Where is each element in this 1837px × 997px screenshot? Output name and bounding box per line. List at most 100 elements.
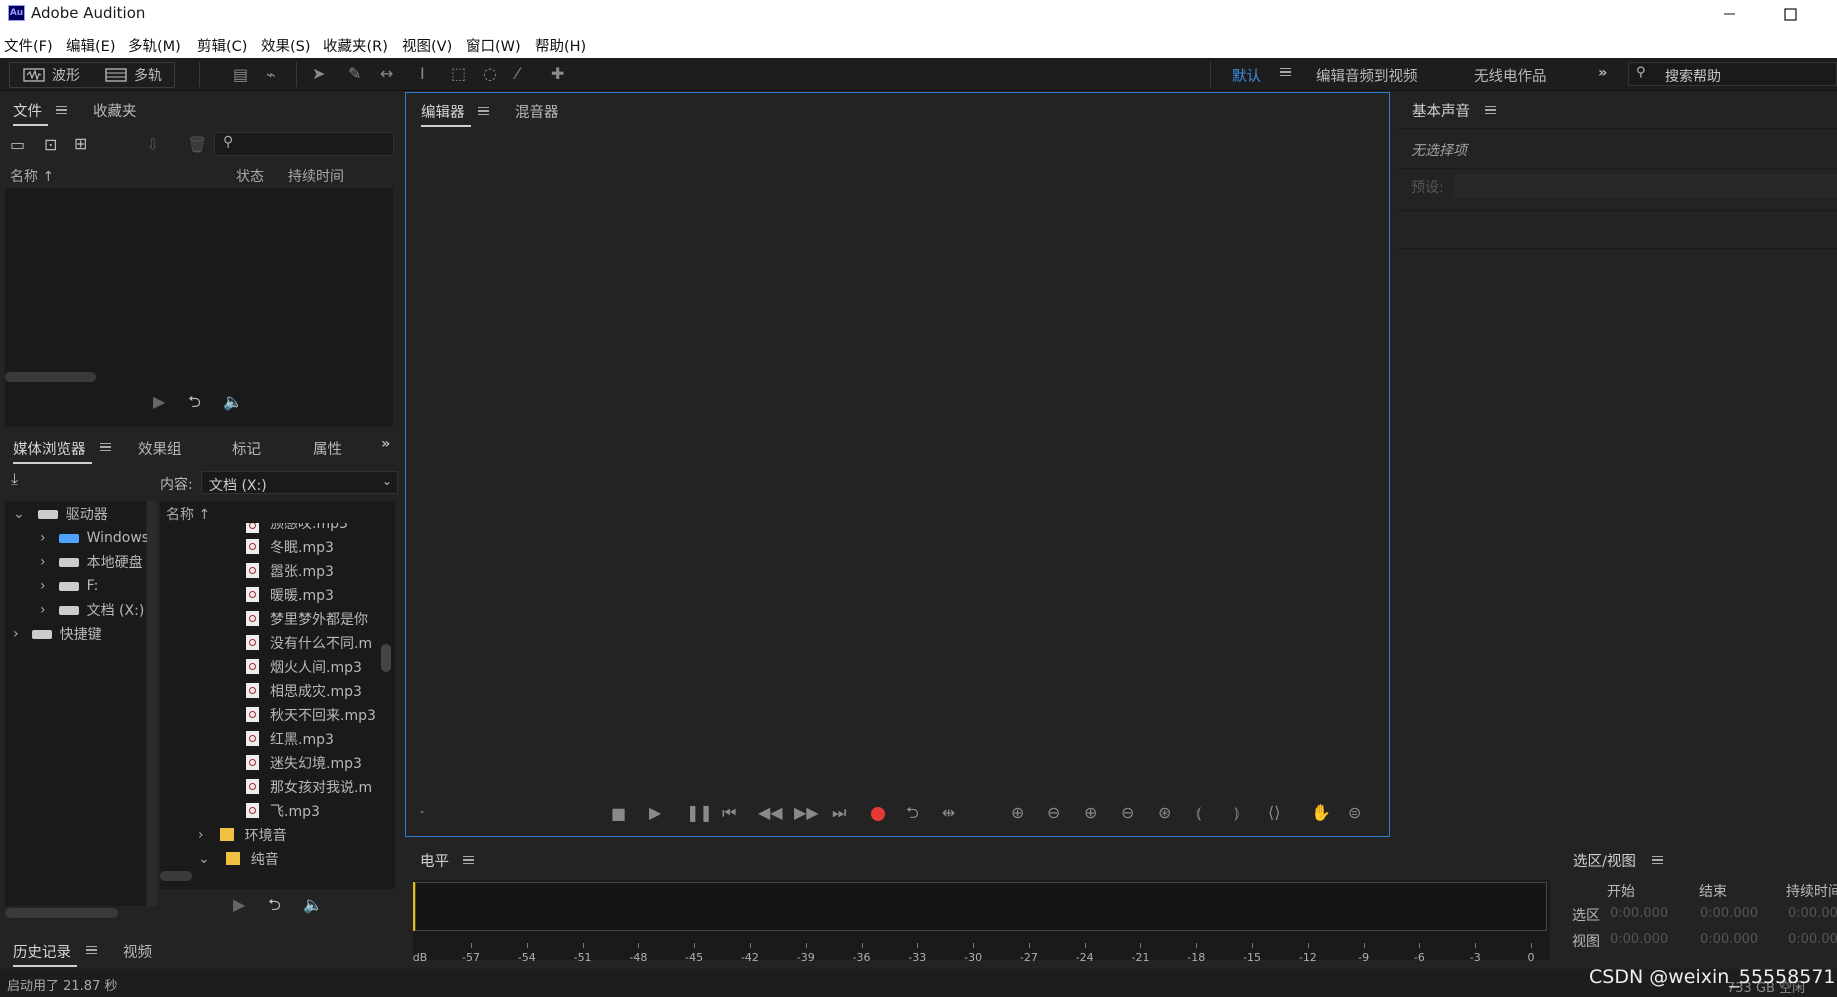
tab-editor[interactable]: 编辑器 bbox=[421, 101, 470, 127]
new-file-icon[interactable]: ⊞ bbox=[74, 136, 87, 152]
list-item[interactable]: 红黑.mp3 bbox=[246, 727, 381, 750]
tree-drive-local[interactable]: › 本地硬盘 bbox=[40, 551, 148, 573]
preset-dropdown[interactable] bbox=[1453, 174, 1837, 198]
panel-menu-icon[interactable] bbox=[1485, 106, 1496, 114]
autoplay-speaker-icon[interactable]: 🔈 bbox=[223, 394, 243, 410]
tab-video[interactable]: 视频 bbox=[123, 941, 152, 962]
open-file-icon[interactable]: ▭ bbox=[10, 137, 25, 153]
spectral-pitch-icon[interactable]: ⌁ bbox=[266, 67, 276, 83]
tree-drives[interactable]: ⌄ 驱动器 bbox=[13, 503, 108, 525]
folder-item-ambient[interactable]: › 环境音 bbox=[198, 823, 333, 846]
view-end[interactable]: 0:00.000 bbox=[1700, 932, 1758, 947]
tab-favorites[interactable]: 收藏夹 bbox=[93, 100, 137, 121]
list-item[interactable]: 没有什么不同.m bbox=[246, 631, 381, 654]
zoom-out-time-icon[interactable]: ⊖ bbox=[1121, 805, 1134, 821]
delete-icon[interactable]: 🗑 bbox=[187, 137, 207, 153]
list-item[interactable]: 那女孩对我说.m bbox=[246, 775, 381, 798]
panel-menu-icon[interactable] bbox=[100, 443, 111, 451]
tab-effects-rack[interactable]: 效果组 bbox=[138, 438, 182, 459]
skip-selection-icon[interactable]: ⇹ bbox=[942, 805, 955, 821]
tab-files[interactable]: 文件 bbox=[13, 100, 48, 126]
pause-icon[interactable]: ❚❚ bbox=[686, 805, 713, 821]
zoom-out-full-icon[interactable]: ⊛ bbox=[1158, 805, 1171, 821]
multitrack-button[interactable]: 多轨 bbox=[99, 63, 168, 87]
zoom-reset-icon[interactable]: ⊜ bbox=[1348, 805, 1361, 821]
move-tool-icon[interactable]: ➤ bbox=[312, 66, 325, 82]
menu-window[interactable]: 窗口(W) bbox=[466, 35, 521, 56]
menu-multitrack[interactable]: 多轨(M) bbox=[128, 35, 181, 56]
menu-help[interactable]: 帮助(H) bbox=[535, 35, 586, 56]
list-item[interactable]: 相思成灾.mp3 bbox=[246, 679, 381, 702]
help-search-input[interactable]: ⚲ 搜索帮助 bbox=[1628, 62, 1837, 86]
skip-to-start-icon[interactable]: ⏮ bbox=[722, 805, 736, 821]
play-preview-icon[interactable]: ▶ bbox=[153, 394, 165, 410]
panel-menu-icon[interactable] bbox=[1652, 856, 1663, 864]
zoom-in-time-icon[interactable]: ⊕ bbox=[1084, 805, 1097, 821]
import-file-icon[interactable]: ⊡ bbox=[44, 137, 57, 153]
selection-duration[interactable]: 0:00.000 bbox=[1788, 906, 1837, 921]
list-item[interactable]: 暖暖.mp3 bbox=[246, 583, 381, 606]
slip-tool-icon[interactable]: ↔ bbox=[380, 66, 393, 82]
list-item[interactable]: 冬眠.mp3 bbox=[246, 535, 381, 558]
view-duration[interactable]: 0:00.000 bbox=[1788, 932, 1837, 947]
rewind-icon[interactable]: ◀◀ bbox=[758, 805, 783, 821]
tree-drive-x[interactable]: › 文档 (X:) bbox=[40, 599, 144, 621]
list-item[interactable]: 飞.mp3 bbox=[246, 799, 381, 822]
list-item[interactable]: 烟火人间.mp3 bbox=[246, 655, 381, 678]
waveform-button[interactable]: 波形 bbox=[17, 63, 86, 87]
list-item[interactable]: 梦里梦外都是你 bbox=[246, 607, 381, 630]
download-shortcut-icon[interactable]: ⤓ bbox=[11, 471, 18, 487]
menu-favorites[interactable]: 收藏夹(R) bbox=[323, 35, 388, 56]
zoom-in-right-icon[interactable]: ⦆ bbox=[1234, 805, 1239, 821]
list-horizontal-scrollbar[interactable] bbox=[160, 871, 192, 881]
selection-start[interactable]: 0:00.000 bbox=[1610, 906, 1668, 921]
more-workspaces-icon[interactable]: » bbox=[1598, 65, 1607, 81]
autoplay-speaker-icon[interactable]: 🔈 bbox=[303, 897, 323, 913]
list-vertical-scrollbar[interactable] bbox=[381, 644, 391, 672]
minimize-button[interactable] bbox=[1717, 3, 1741, 25]
spectral-frequency-icon[interactable]: ▤ bbox=[233, 67, 248, 83]
folder-item-pure-music[interactable]: ⌄ 纯音 bbox=[198, 847, 333, 870]
record-button[interactable] bbox=[871, 807, 885, 821]
list-column-name[interactable]: 名称 ↑ bbox=[166, 504, 210, 524]
view-start[interactable]: 0:00.000 bbox=[1610, 932, 1668, 947]
stop-icon[interactable]: ■ bbox=[611, 806, 626, 822]
lasso-tool-icon[interactable]: ◌ bbox=[483, 66, 497, 82]
tab-mixer[interactable]: 混音器 bbox=[515, 101, 559, 122]
menu-file[interactable]: 文件(F) bbox=[4, 35, 53, 56]
list-item[interactable]: 颁感叹.mp3 bbox=[246, 523, 381, 533]
skip-to-end-icon[interactable]: ⏭ bbox=[832, 805, 846, 821]
content-dropdown[interactable]: 文档 (X:) ⌄ bbox=[201, 471, 398, 494]
panel-menu-icon[interactable] bbox=[86, 946, 97, 954]
column-name[interactable]: 名称 ↑ bbox=[10, 166, 54, 186]
tab-media-browser[interactable]: 媒体浏览器 bbox=[13, 438, 91, 464]
play-icon[interactable]: ▶ bbox=[649, 805, 661, 821]
panel-menu-icon[interactable] bbox=[463, 856, 474, 864]
tab-markers[interactable]: 标记 bbox=[232, 438, 261, 459]
list-item[interactable]: 迷失幻境.mp3 bbox=[246, 751, 381, 774]
razor-tool-icon[interactable]: ✎ bbox=[348, 66, 361, 82]
insert-multitrack-icon[interactable]: ⇩ bbox=[146, 137, 159, 153]
tab-properties[interactable]: 属性 bbox=[313, 438, 342, 459]
loop-preview-icon[interactable]: ⮌ bbox=[268, 897, 281, 913]
column-status[interactable]: 状态 bbox=[236, 166, 264, 186]
maximize-button[interactable] bbox=[1778, 3, 1802, 25]
tab-history[interactable]: 历史记录 bbox=[13, 941, 77, 967]
tree-horizontal-scrollbar[interactable] bbox=[5, 908, 118, 918]
list-item[interactable]: 嚣张.mp3 bbox=[246, 559, 381, 582]
workspace-edit-audio-to-video[interactable]: 编辑音频到视频 bbox=[1316, 65, 1418, 86]
panel-menu-icon[interactable] bbox=[478, 107, 489, 115]
zoom-out-amplitude-icon[interactable]: ⊖ bbox=[1047, 805, 1060, 821]
zoom-in-amplitude-icon[interactable]: ⊕ bbox=[1011, 805, 1024, 821]
loop-playback-icon[interactable]: ⮌ bbox=[906, 805, 919, 821]
zoom-in-left-icon[interactable]: ⦅ bbox=[1196, 805, 1201, 821]
menu-clip[interactable]: 剪辑(C) bbox=[197, 35, 247, 56]
selection-end[interactable]: 0:00.000 bbox=[1700, 906, 1758, 921]
menu-edit[interactable]: 编辑(E) bbox=[66, 35, 115, 56]
panel-menu-icon[interactable] bbox=[56, 106, 67, 114]
loop-preview-icon[interactable]: ⮌ bbox=[188, 394, 201, 410]
tree-drive-windows[interactable]: › Windows bbox=[40, 527, 148, 549]
tree-shortcuts[interactable]: › 快捷键 bbox=[13, 623, 102, 645]
tree-drive-f[interactable]: › F: bbox=[40, 575, 98, 597]
marquee-tool-icon[interactable]: ⬚ bbox=[451, 66, 466, 82]
